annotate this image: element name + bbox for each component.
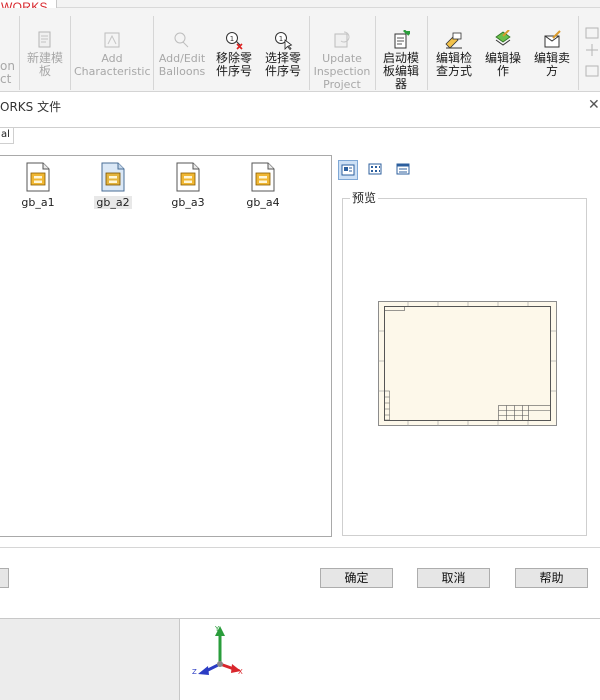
remove-balloon-icon: 1	[226, 32, 243, 50]
add-characteristic-icon	[104, 32, 120, 48]
template-editor-button[interactable]: 启动模 板编辑 器	[378, 30, 424, 91]
list-view-button[interactable]	[366, 160, 386, 180]
reference-triad: Y X Z	[192, 625, 243, 676]
large-icons-view-button[interactable]	[338, 160, 358, 180]
cancel-button[interactable]: 取消	[417, 568, 490, 588]
axis-x-label: X	[238, 668, 243, 676]
select-balloon-button[interactable]: 1 选择零 件序号	[259, 30, 307, 78]
file-name: gb_a4	[246, 196, 280, 209]
axis-y-label: Y	[214, 625, 220, 633]
tab-templates[interactable]: al	[0, 128, 14, 144]
toolbar-item-label: ct	[0, 72, 12, 86]
drawing-sheet-preview	[378, 301, 557, 426]
drawing-template-icon	[251, 162, 275, 192]
ok-button[interactable]: 确定	[320, 568, 393, 588]
drawing-template-icon	[176, 162, 200, 192]
large-icons-icon	[341, 164, 355, 176]
toolbar-item-label: Project	[323, 78, 361, 91]
svg-text:1: 1	[279, 35, 283, 43]
tab-strip	[0, 127, 600, 128]
dialog-title: ORKS 文件	[0, 100, 62, 114]
toolbar-item-label: 件序号	[264, 64, 301, 78]
overflow-tool-icons[interactable]	[584, 26, 600, 86]
toolbar-item-label: 器	[394, 77, 407, 91]
drawing-template-icon	[101, 162, 125, 192]
add-edit-balloons-button[interactable]: Add/Edit Balloons	[156, 30, 208, 78]
edit-inspection-method-icon	[445, 32, 462, 49]
toolbar-item-label: 作	[496, 64, 509, 78]
toolbar-item-label: Characteristic	[74, 65, 151, 78]
balloons-icon	[174, 32, 189, 48]
toolbar-item-label: Add/Edit	[158, 52, 206, 65]
add-characteristic-button[interactable]: Add Characteristic	[74, 30, 151, 78]
help-button[interactable]: 帮助	[515, 568, 588, 588]
toolbar-item-label: Inspection	[313, 65, 371, 78]
toolbar-item-label: 件序号	[215, 64, 252, 78]
list-icon	[368, 163, 382, 175]
toolbar-item-label: 板	[38, 64, 51, 78]
file-item-gb-a2[interactable]: gb_a2	[86, 162, 140, 209]
details-view-button[interactable]	[394, 160, 414, 180]
template-file-list[interactable]: gb_a1 gb_a2 gb_a3 gb_a4	[0, 155, 332, 537]
template-editor-icon	[394, 30, 410, 49]
drawing-template-icon	[26, 162, 50, 192]
axis-z-label: Z	[192, 668, 197, 676]
file-item-gb-a4[interactable]: gb_a4	[236, 162, 290, 209]
edit-inspection-method-button[interactable]: 编辑检 查方式	[430, 30, 478, 78]
new-template-icon	[38, 31, 51, 48]
command-manager-toolbar: on ct 新建模 板 Add Characteristic Add/Edit …	[0, 8, 600, 92]
new-template-button[interactable]: 新建模 板	[22, 30, 68, 78]
title-bar-strip	[57, 0, 600, 8]
edit-operation-icon	[495, 30, 511, 46]
dialog-divider	[0, 547, 600, 548]
file-item-gb-a1[interactable]: gb_a1	[11, 162, 65, 209]
toolbar-item-label: Balloons	[158, 65, 206, 78]
close-icon[interactable]: ✕	[588, 97, 600, 113]
remove-balloon-button[interactable]: 1 移除零 件序号	[211, 30, 257, 78]
file-name: gb_a1	[21, 196, 55, 209]
feature-manager-panel	[0, 619, 180, 700]
truncated-button[interactable]	[0, 568, 9, 588]
update-inspection-project-button[interactable]: Update Inspection Project	[312, 30, 372, 91]
file-name: gb_a2	[94, 196, 132, 209]
edit-operation-button[interactable]: 编辑操 作	[480, 30, 526, 78]
edit-vendor-button[interactable]: 编辑卖 方	[529, 30, 575, 78]
svg-text:1: 1	[230, 35, 234, 43]
toolbar-item-label: 查方式	[435, 64, 472, 78]
toolbar-item-label: Add	[101, 52, 123, 65]
file-name: gb_a3	[171, 196, 205, 209]
select-balloon-icon: 1	[275, 32, 293, 50]
edit-vendor-icon	[544, 30, 561, 48]
details-icon	[396, 163, 410, 175]
file-item-gb-a3[interactable]: gb_a3	[161, 162, 215, 209]
toolbar-item-label: Update	[322, 52, 362, 65]
preview-label: 预览	[350, 189, 379, 206]
update-inspection-icon	[334, 31, 350, 48]
toolbar-item-label: 方	[545, 64, 558, 78]
toolbar-item-truncated[interactable]: on ct	[0, 60, 16, 86]
